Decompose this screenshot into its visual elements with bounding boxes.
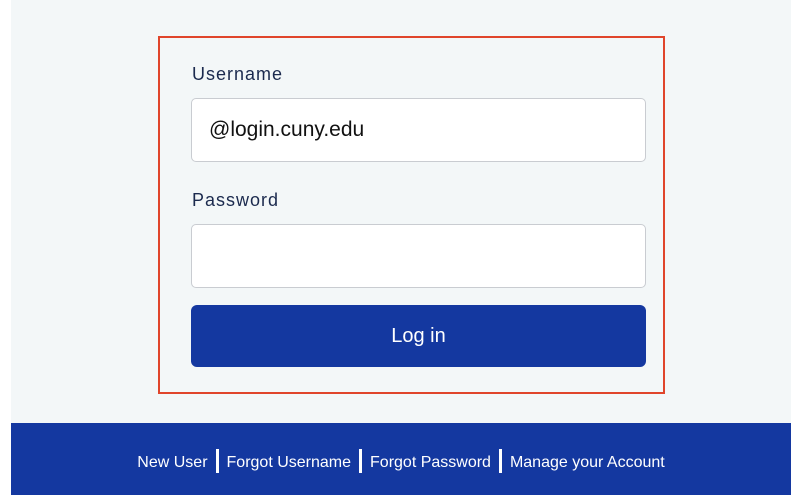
link-separator: [498, 449, 502, 473]
link-separator: [215, 449, 219, 473]
password-input[interactable]: [191, 224, 646, 288]
forgot-username-link[interactable]: Forgot Username: [227, 454, 352, 471]
username-label: Username: [192, 64, 284, 84]
manage-account-link[interactable]: Manage your Account: [510, 454, 665, 471]
login-form: Username Password Log in: [158, 36, 665, 394]
link-separator: [359, 449, 363, 473]
main-area: Username Password Log in: [11, 0, 791, 423]
forgot-password-link[interactable]: Forgot Password: [370, 454, 491, 471]
footer-links: New User Forgot Username Forgot Password Ma…: [11, 449, 791, 475]
password-label: Password: [192, 190, 280, 210]
username-input[interactable]: [191, 98, 646, 162]
login-button[interactable]: Log in: [191, 305, 646, 367]
login-page: Username Password Log in New User Forgot …: [0, 0, 791, 495]
new-user-link[interactable]: New User: [137, 454, 207, 471]
footer-bar: New User Forgot Username Forgot Password Ma…: [11, 423, 791, 495]
